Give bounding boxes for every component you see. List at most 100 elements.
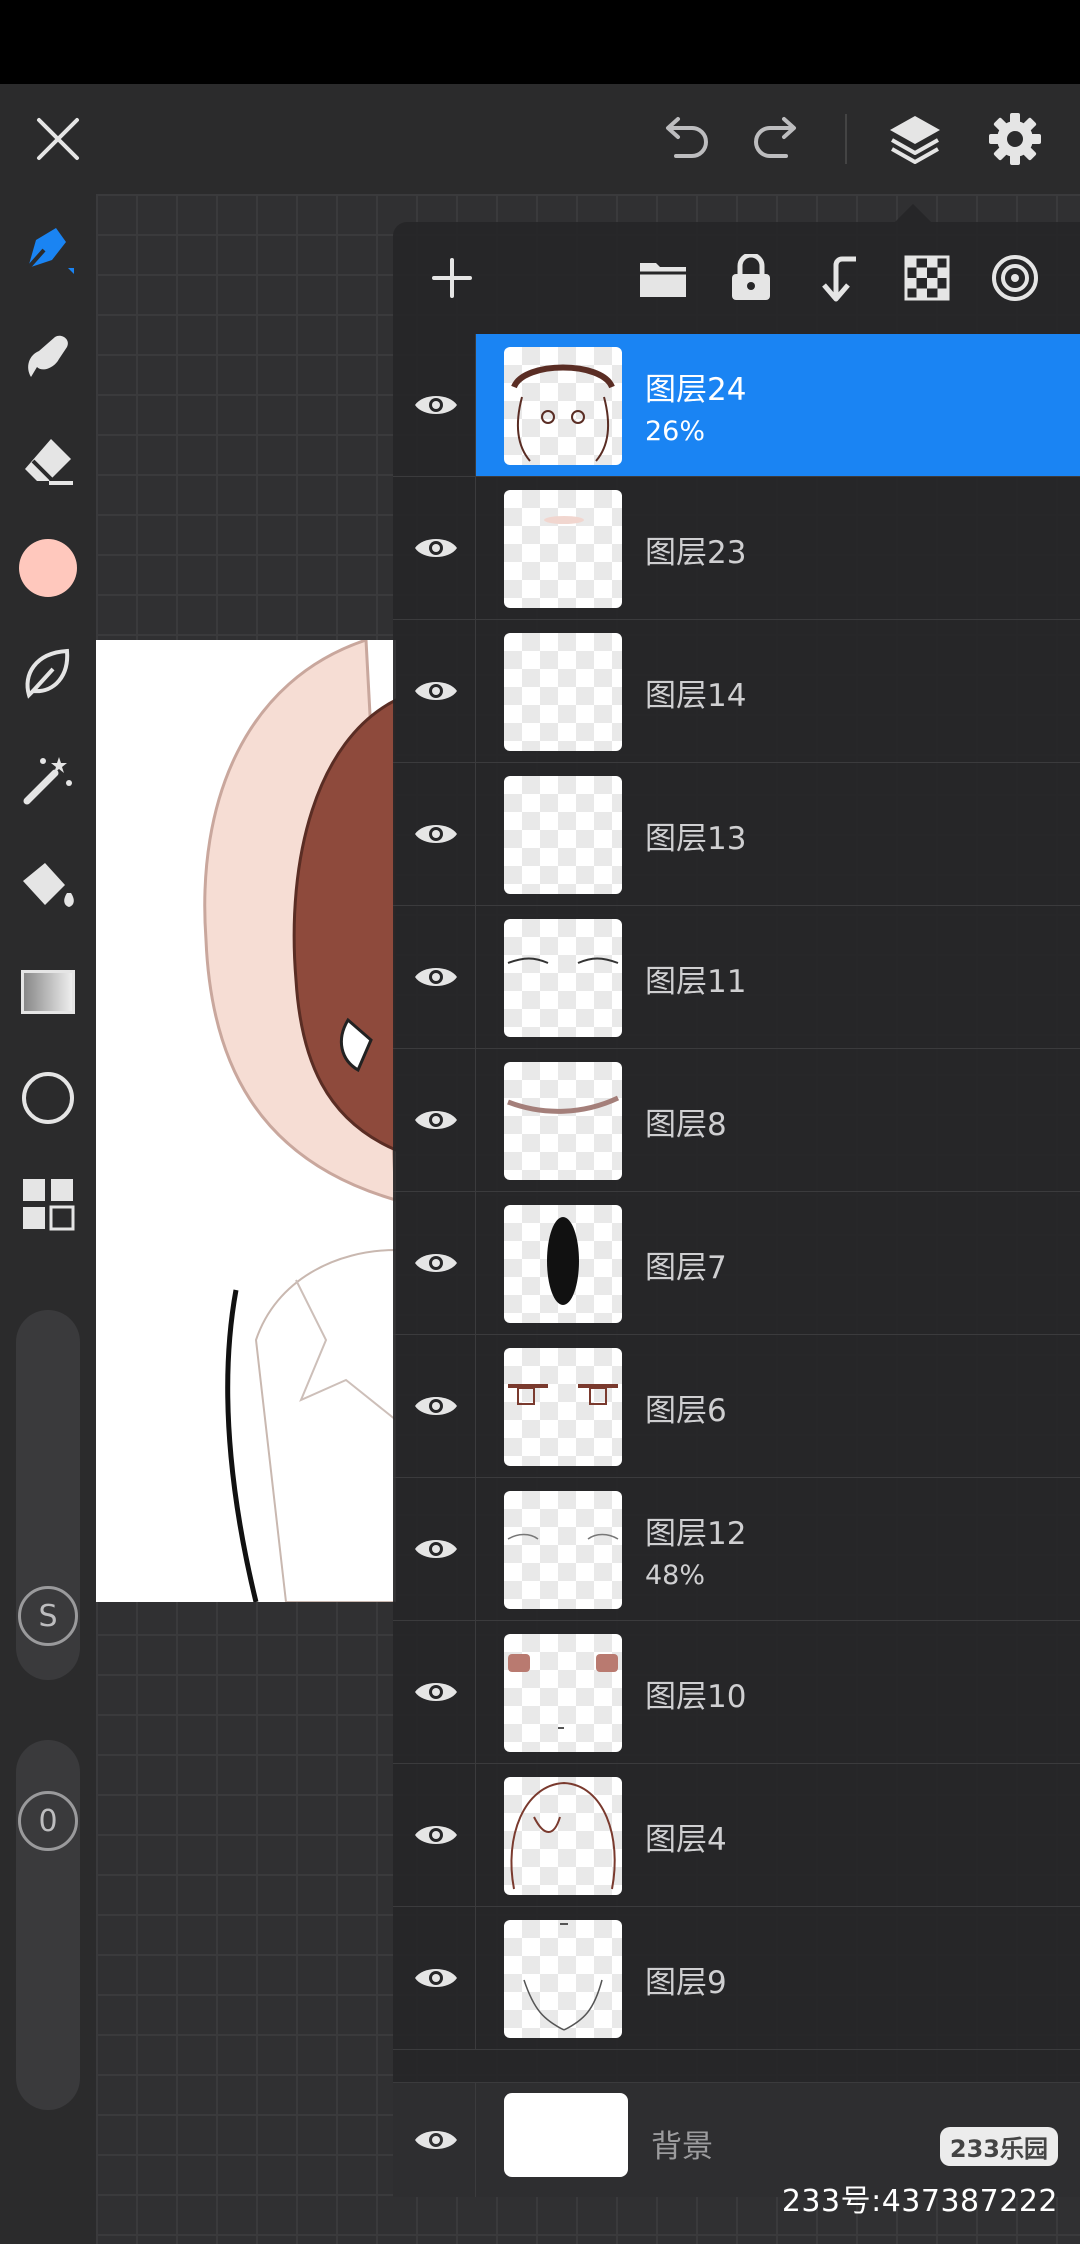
layer-row[interactable]: 图层13 [393,763,1080,906]
watermark-logo: 233乐园 [939,2127,1058,2166]
layer-thumbnail [504,776,622,894]
eye-icon[interactable] [407,519,465,577]
settings-icon[interactable] [982,106,1048,172]
brush-opacity-knob[interactable]: 0 [18,1791,78,1851]
add-layer-icon[interactable] [420,246,484,310]
layer-name: 图层7 [645,1250,727,1286]
fill-bucket-icon[interactable] [14,852,82,920]
row-divider [475,477,476,620]
eraser-icon[interactable] [14,428,82,496]
watermark: 233乐园 233号:437387222 [782,2127,1058,2220]
layers-toolbar [393,222,1080,334]
row-divider [475,334,476,477]
layer-name: 图层6 [645,1393,727,1429]
layer-thumbnail [504,1634,622,1752]
lasso-icon[interactable] [14,640,82,708]
layer-row[interactable]: 图层14 [393,620,1080,763]
layer-opacity: 48% [645,1560,706,1591]
layer-name: 图层10 [645,1679,747,1715]
eye-icon[interactable] [407,805,465,863]
eye-icon[interactable] [407,2111,465,2169]
blend-icon[interactable] [983,246,1047,310]
layer-row[interactable]: 图层6 [393,1335,1080,1478]
layer-thumbnail [504,1777,622,1895]
row-divider [475,1621,476,1764]
eye-icon[interactable] [407,1663,465,1721]
eye-icon[interactable] [407,376,465,434]
layer-thumbnail [504,1062,622,1180]
layer-name: 图层4 [645,1822,727,1858]
eye-icon[interactable] [407,1806,465,1864]
layer-opacity: 26% [645,416,706,447]
row-divider [475,2083,476,2197]
row-divider [475,1907,476,2050]
app-root: S 0 图层24 26% 图层23 图层14 图层13 图层11 图层8 图层7… [0,0,1080,2244]
layer-name: 图层23 [645,535,747,571]
close-icon[interactable] [25,106,91,172]
layer-name: 图层24 [645,372,747,408]
row-divider [475,620,476,763]
eye-icon[interactable] [407,1520,465,1578]
smudge-icon[interactable] [14,322,82,390]
layer-thumbnail [504,490,622,608]
status-bar [0,0,1080,84]
layer-thumbnail [504,919,622,1037]
panel-pointer [895,204,931,222]
layer-name: 背景 [651,2129,713,2165]
layer-row[interactable]: 图层4 [393,1764,1080,1907]
brush-size-knob[interactable]: S [18,1586,78,1646]
layer-thumbnail [504,2093,628,2177]
folder-icon[interactable] [631,246,695,310]
row-divider [475,1764,476,1907]
layers-icon[interactable] [882,106,948,172]
eye-icon[interactable] [407,1091,465,1149]
artwork-canvas[interactable] [96,640,396,1602]
lock-icon[interactable] [719,246,783,310]
layer-row[interactable]: 图层24 26% [393,334,1080,477]
toolbar-divider [845,114,847,164]
layer-thumbnail [504,1348,622,1466]
row-divider [475,763,476,906]
brush-icon[interactable] [14,216,82,284]
layer-thumbnail [504,1205,622,1323]
merge-down-icon[interactable] [807,246,871,310]
eye-icon[interactable] [407,1377,465,1435]
layer-row[interactable]: 图层12 48% [393,1478,1080,1621]
row-divider [475,1192,476,1335]
eye-icon[interactable] [407,948,465,1006]
eye-icon[interactable] [407,662,465,720]
tool-sidebar: S 0 [0,194,96,2244]
eye-icon[interactable] [407,1949,465,2007]
layer-thumbnail [504,633,622,751]
layer-row[interactable]: 图层7 [393,1192,1080,1335]
layer-thumbnail [504,1491,622,1609]
grid-panels-icon[interactable] [14,1170,82,1238]
row-divider [475,1049,476,1192]
layer-row[interactable]: 图层8 [393,1049,1080,1192]
layer-row[interactable]: 图层10 [393,1621,1080,1764]
layer-name: 图层9 [645,1965,727,2001]
eye-icon[interactable] [407,1234,465,1292]
layer-name: 图层14 [645,678,747,714]
layer-thumbnail [504,1920,622,2038]
magic-wand-icon[interactable] [14,746,82,814]
layer-name: 图层11 [645,964,747,1000]
watermark-id: 233号:437387222 [781,2184,1058,2219]
row-divider [475,1478,476,1621]
row-divider [475,1335,476,1478]
gradient-icon[interactable] [14,958,82,1026]
row-divider [475,906,476,1049]
layer-thumbnail [504,347,622,465]
shape-circle-icon[interactable] [14,1064,82,1132]
layers-panel: 图层24 26% 图层23 图层14 图层13 图层11 图层8 图层7 图层6 图层12 48% 图… [393,222,1080,2197]
layer-row[interactable]: 图层11 [393,906,1080,1049]
redo-icon[interactable] [743,106,809,172]
layer-row[interactable]: 图层23 [393,477,1080,620]
layer-name: 图层12 [645,1516,747,1552]
layer-name: 图层8 [645,1107,727,1143]
color-swatch[interactable] [14,534,82,602]
layer-row[interactable]: 图层9 [393,1907,1080,2050]
top-bar [0,84,1080,194]
undo-icon[interactable] [653,106,719,172]
transparency-icon[interactable] [895,246,959,310]
